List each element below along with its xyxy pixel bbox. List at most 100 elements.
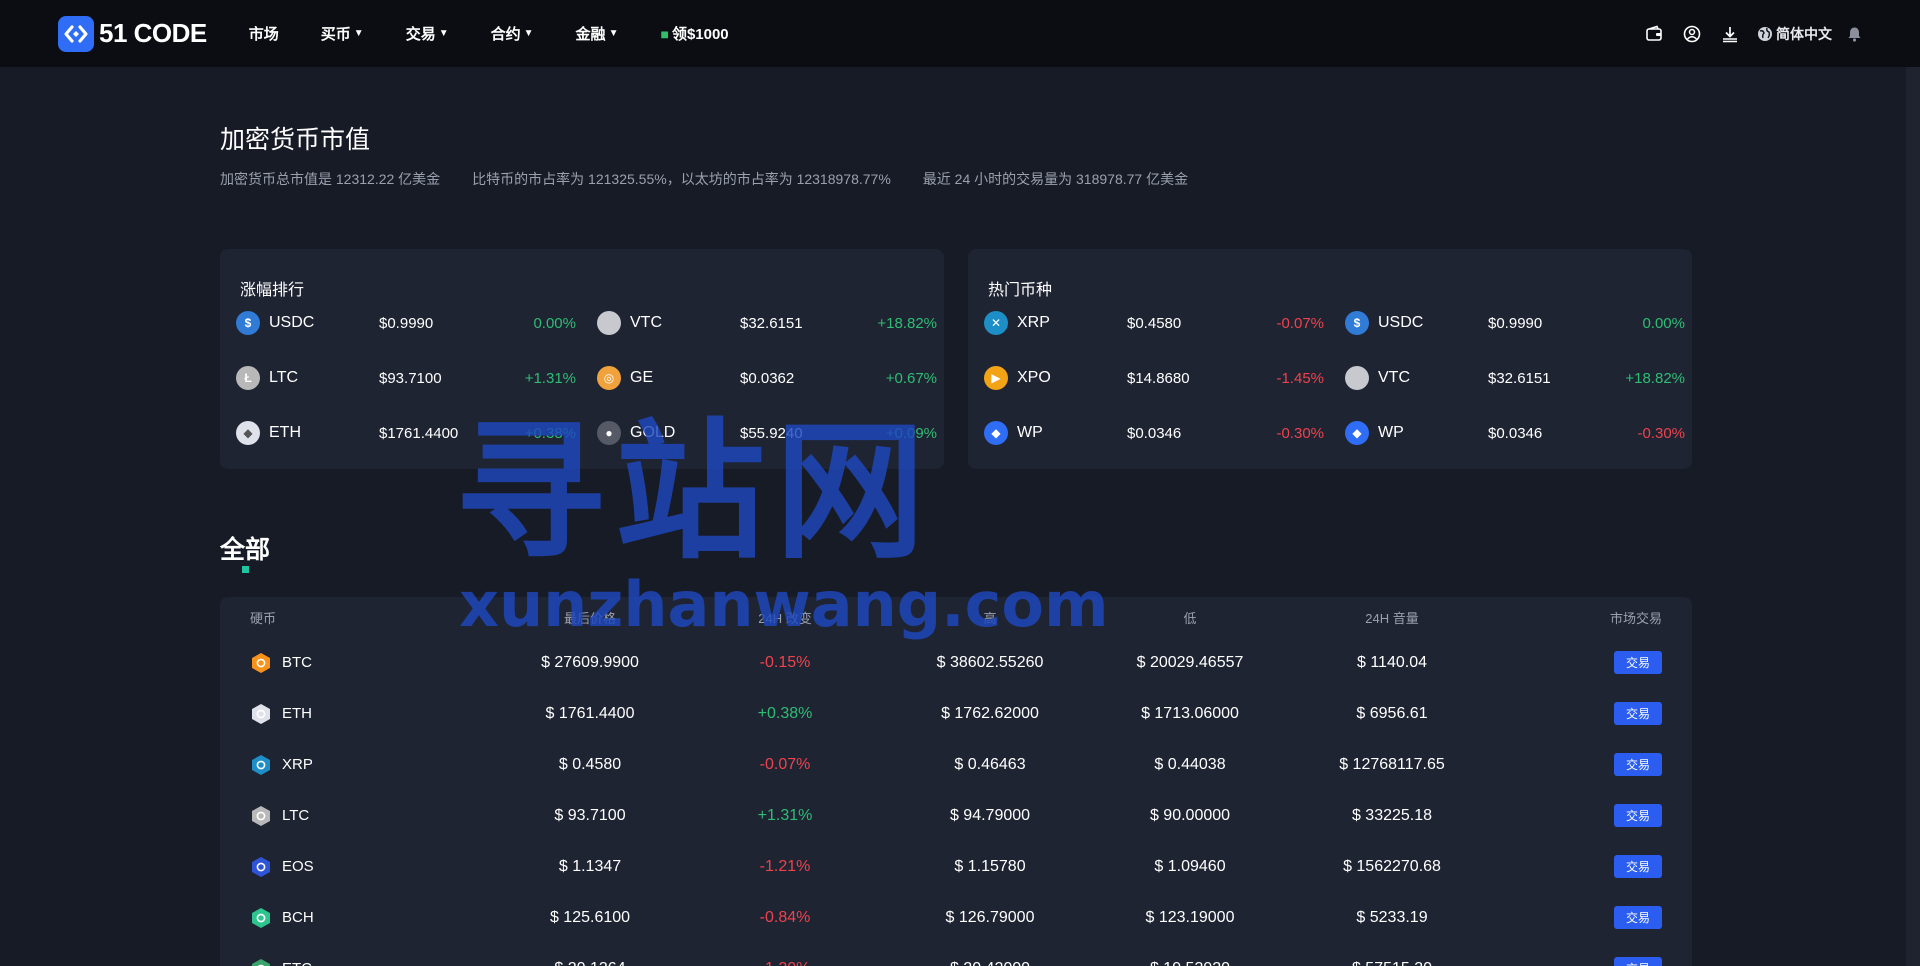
caret-down-icon: ▼ [438,28,449,39]
quote-item[interactable]: $ USDC $0.9990 0.00% [236,309,576,337]
quote-item[interactable]: ◆ ETH $1761.4400 +0.38% [236,419,576,447]
download-icon[interactable] [1711,25,1749,43]
row-low: $ 19.53920 [1090,943,1290,966]
table-row: ETH $ 1761.4400 +0.38% $ 1762.62000 $ 1713.0… [220,688,1692,739]
row-24h-change: -1.21% [759,857,811,875]
quote-item[interactable]: ▶ XPO $14.8680 -1.45% [984,364,1324,392]
col-last-price: 最后价格 [563,610,616,626]
quote-item[interactable]: VTC $32.6151 +18.82% [1345,364,1685,392]
row-trade-cell: 交易 [1614,892,1662,943]
table-header: 硬币 最后价格 24H 改变 高 低 24H 音量 市场交易 [220,597,1692,637]
coin-symbol: VTC [630,314,662,331]
quote-item[interactable]: Ł LTC $93.7100 +1.31% [236,364,576,392]
top-navbar: 51 CODE 市场 买币 ▼ 交易 ▼ 合约 ▼ 金融 ▼ ■ 领$1000 简体中文 [0,0,1920,67]
trade-button[interactable]: 交易 [1614,753,1662,776]
trade-button[interactable]: 交易 [1614,855,1662,878]
coin-change: +18.82% [877,314,937,332]
row-high: $ 20.42000 [890,943,1090,966]
gainers-title: 涨幅排行 [240,282,305,299]
nav-item-label: 买币 [320,26,351,43]
quote-item[interactable]: ◎ GE $0.0362 +0.67% [597,364,937,392]
quote-item[interactable]: $ USDC $0.9990 0.00% [1345,309,1685,337]
wp-icon: ◆ [1345,421,1369,445]
coin-price: $0.9990 [379,314,434,332]
row-coin[interactable]: LTC [250,790,309,841]
quote-item[interactable]: ◆ WP $0.0346 -0.30% [984,419,1324,447]
col-high: 高 [983,610,997,626]
nav-right: 简体中文 [1635,0,1866,67]
row-last-price: $ 1.1347 [558,857,622,875]
quote-item[interactable]: ◆ WP $0.0346 -0.30% [1345,419,1685,447]
coin-symbol: WP [1017,424,1043,441]
row-24h-volume: $ 12768117.65 [1339,755,1445,773]
trade-button[interactable]: 交易 [1614,957,1662,966]
bch-icon [250,906,272,930]
table-row: ETC $ 20.1364-1.20%$ 20.42000$ 19.53920$ … [220,943,1692,966]
row-high: $ 1762.62000 [941,704,1039,722]
coin-symbol: USDC [269,314,315,331]
table-row: BCH $ 125.6100 -0.84% $ 126.79000 $ 123.1900… [220,892,1692,943]
coin-name: LTC [282,807,310,824]
col-24h-change: 24H 改变 [758,610,812,626]
coin-price: $32.6151 [1488,369,1551,387]
row-high: $ 0.46463 [954,755,1026,773]
promo-link[interactable]: ■ 领$1000 [660,23,728,44]
quote-item[interactable]: ✕ XRP $0.4580 -0.07% [984,309,1324,337]
row-last-price: $ 27609.9900 [541,653,639,671]
coin-price: $1761.4400 [379,424,459,442]
row-coin[interactable]: BCH [250,892,314,943]
row-24h-change: +1.31% [757,806,813,824]
eth-icon [250,702,272,726]
coin-price: $55.9240 [740,424,803,442]
row-last-price: $ 125.6100 [549,908,631,926]
wallet-icon[interactable] [1635,25,1673,43]
trade-button[interactable]: 交易 [1614,906,1662,929]
coin-price: $0.0346 [1127,424,1182,442]
language-label: 简体中文 [1776,25,1832,42]
row-coin[interactable]: XRP [250,739,313,790]
trade-button[interactable]: 交易 [1614,651,1662,674]
scrollbar-track[interactable] [1906,67,1920,966]
table-row: XRP $ 0.4580 -0.07% $ 0.46463 $ 0.44038 $ 127… [220,739,1692,790]
user-icon[interactable] [1673,25,1711,43]
etc-icon [250,957,272,966]
coin-change: -0.30% [1276,424,1324,442]
nav-item-label: 金融 [575,26,606,43]
coin-name: ETC [282,960,312,966]
usdc-icon: $ [1345,311,1369,335]
brand[interactable]: 51 CODE [58,15,207,52]
eth-icon: ◆ [236,421,260,445]
coin-price: $0.0346 [1488,424,1543,442]
coin-change: +0.67% [885,369,937,387]
promo-label: 领$1000 [671,26,729,43]
quote-item[interactable]: ● GOLD $55.9240 +0.09% [597,419,937,447]
nav-item-0[interactable]: 市场 [249,23,279,44]
row-coin[interactable]: ETC [250,943,312,966]
nav-item-3[interactable]: 合约 ▼ [491,23,534,44]
row-coin[interactable]: EOS [250,841,314,892]
row-low: $ 1.09460 [1154,857,1226,875]
nav-item-1[interactable]: 买币 ▼ [321,23,364,44]
trade-button[interactable]: 交易 [1614,804,1662,827]
nav-item-2[interactable]: 交易 ▼ [406,23,449,44]
row-24h-change: +0.38% [757,704,813,722]
wp-icon: ◆ [984,421,1008,445]
language-selector[interactable]: 简体中文 [1757,24,1832,44]
coin-change: +0.38% [524,424,576,442]
nav-item-4[interactable]: 金融 ▼ [576,23,619,44]
hot-coins-title: 热门币种 [988,282,1053,299]
coin-price: $14.8680 [1127,369,1190,387]
xpo-icon: ▶ [984,366,1008,390]
trade-button[interactable]: 交易 [1614,702,1662,725]
coin-price: $0.9990 [1488,314,1543,332]
bell-icon[interactable] [1842,26,1866,42]
row-coin[interactable]: BTC [250,637,312,688]
row-coin[interactable]: ETH [250,688,312,739]
main-menu: 市场 买币 ▼ 交易 ▼ 合约 ▼ 金融 ▼ ■ 领$1000 [233,23,755,44]
quote-item[interactable]: VTC $32.6151 +18.82% [597,309,937,337]
coin-symbol: ETH [269,424,301,441]
row-high: $ 1.15780 [954,857,1026,875]
row-24h-change: -0.15% [759,653,811,671]
summary-text-2: 最近 24 小时的交易量为 318978.77 亿美金 [922,171,1189,187]
col-market-trade: 市场交易 [1609,610,1662,626]
